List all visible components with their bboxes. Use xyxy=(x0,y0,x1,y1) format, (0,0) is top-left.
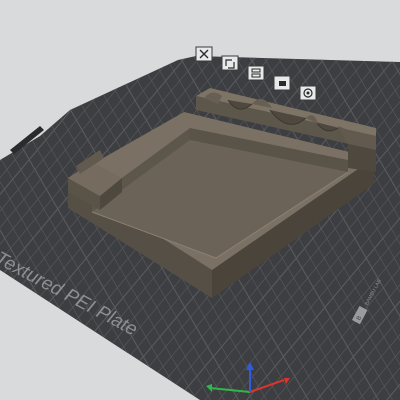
auto-orient-icon[interactable] xyxy=(221,55,239,71)
plate-settings-icon[interactable] xyxy=(299,85,317,101)
close-plate-icon[interactable] xyxy=(195,46,213,62)
3d-viewport[interactable]: Textured PEI Plate B BAMBU LAB xyxy=(0,0,400,400)
scene-canvas[interactable]: Textured PEI Plate B BAMBU LAB xyxy=(0,0,400,400)
lock-plate-icon[interactable] xyxy=(273,75,291,91)
arrange-icon[interactable] xyxy=(247,65,265,81)
